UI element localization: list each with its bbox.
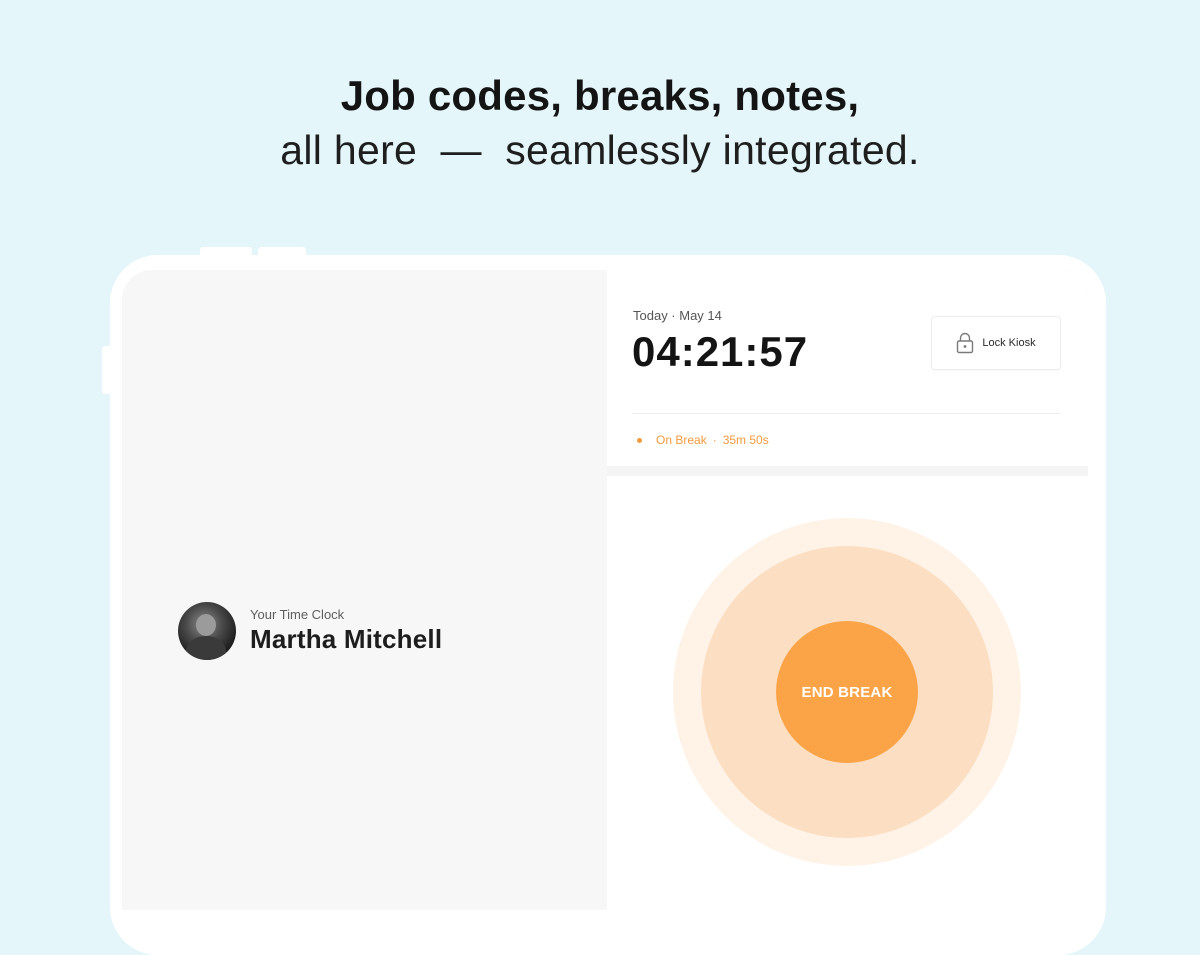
user-name: Martha Mitchell: [250, 624, 443, 654]
break-label: On Break: [656, 433, 707, 447]
break-duration: 35m 50s: [722, 433, 769, 447]
clock-time: 04:21:57: [632, 328, 809, 375]
end-break-button[interactable]: END BREAK: [776, 621, 918, 763]
avatar: [178, 602, 236, 660]
lock-icon: [957, 332, 974, 354]
date-label: Today · May 14: [633, 308, 722, 323]
user-text: Your Time Clock Martha Mitchell: [250, 607, 442, 655]
break-status: On Break · 35m 50s: [637, 433, 769, 447]
status-dot-icon: [637, 437, 642, 443]
divider: [632, 413, 1060, 414]
lock-kiosk-button[interactable]: Lock Kiosk: [931, 316, 1061, 370]
headline-title: Job codes, breaks, notes,: [340, 72, 860, 119]
headline-subtitle: all here — seamlessly integrated.: [280, 127, 920, 173]
right-panel: Today · May 14 04:21:57 Lock Kiosk On Br…: [607, 270, 1088, 910]
user-card[interactable]: Your Time Clock Martha Mitchell: [178, 602, 442, 660]
left-panel: Your Time Clock Martha Mitchell: [122, 270, 607, 910]
marketing-headline: Job codes, breaks, notes, all here — sea…: [0, 68, 1200, 176]
tablet-screen: Your Time Clock Martha Mitchell Today · …: [122, 270, 1088, 910]
break-separator: ·: [712, 433, 717, 447]
status-card: Today · May 14 04:21:57 Lock Kiosk On Br…: [607, 270, 1088, 466]
lock-kiosk-label: Lock Kiosk: [982, 337, 1036, 349]
action-card: END BREAK: [607, 476, 1088, 910]
time-clock-caption: Your Time Clock: [250, 607, 345, 622]
